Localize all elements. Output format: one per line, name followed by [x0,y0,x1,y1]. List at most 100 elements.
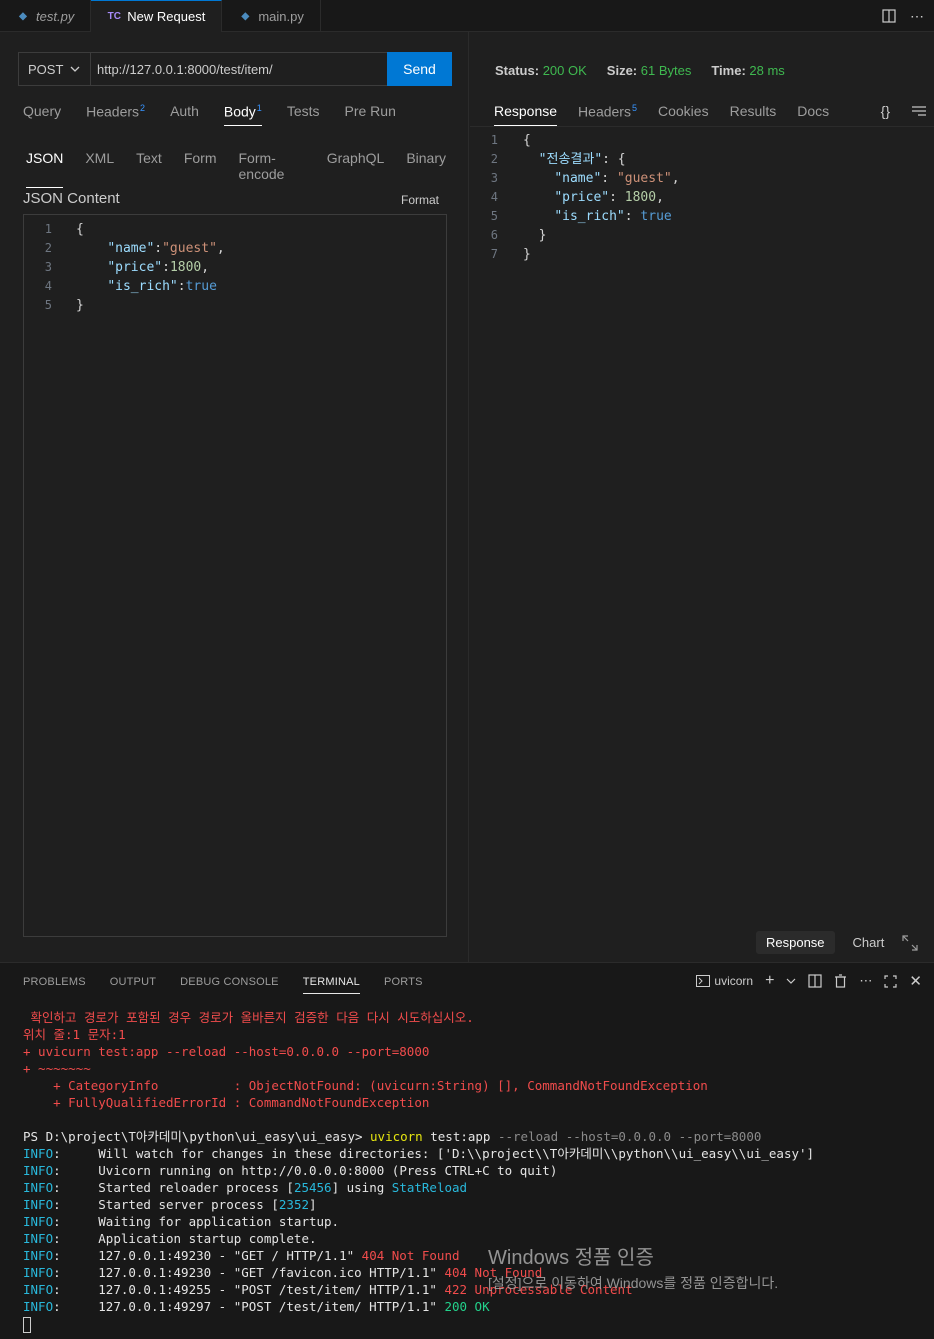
braces-icon[interactable]: {} [881,103,890,119]
line-number: 7 [490,247,498,261]
tab-main-py[interactable]: ◆ main.py [222,0,321,32]
editor-lines: 1{2 "name":"guest", 3 "price":1800, 4 "is_… [24,220,446,315]
code-token: } [523,247,531,262]
code-token: "is_rich" [107,279,178,294]
terminal-text: : Started reloader process [ [53,1180,294,1195]
view-chart-button[interactable]: Chart [853,935,885,950]
tab-headers[interactable]: Headers2 [86,103,145,120]
tab-pre-run[interactable]: Pre Run [345,103,396,120]
terminal-text: : Application startup complete. [53,1231,317,1246]
terminal-text: 확인하고 경로가 포함된 경우 경로가 올바른지 검증한 다음 다시 시도하십시… [23,1010,474,1025]
body-type-json[interactable]: JSON [26,150,64,188]
terminal-text: : Started server process [ [53,1197,279,1212]
tab-test-py[interactable]: ◆ test.py [0,0,92,32]
code-token: } [523,228,547,243]
terminal-text: INFO [23,1163,54,1178]
tab-label: New Request [127,9,206,24]
terminal-text: + uvicurn test:app --reload --host=0.0.0… [23,1044,430,1059]
terminal-line: 위치 줄:1 문자:1 [23,1026,923,1043]
terminal-text: : Waiting for application startup. [53,1214,340,1229]
maximize-panel-icon[interactable] [884,974,898,988]
terminal-line: INFO: Uvicorn running on http://0.0.0.0:… [23,1162,923,1179]
line-number: 3 [44,260,52,274]
code-token: "name" [107,241,155,256]
tab-response[interactable]: Response [494,103,558,126]
menu-lines-icon[interactable] [912,103,926,119]
terminal-text: 위치 줄:1 문자:1 [23,1027,126,1042]
method-select[interactable]: POST [18,52,91,86]
body-type-form[interactable]: Form [184,150,217,182]
status-info: Status: 200 OK [495,63,587,78]
tab-cookies[interactable]: Cookies [658,103,709,120]
terminal-cursor [23,1316,31,1333]
tab-new-request[interactable]: TC New Request [91,0,223,32]
tab-problems[interactable]: PROBLEMS [23,976,86,988]
url-input[interactable]: http://127.0.0.1:8000/test/item/ [90,52,388,86]
tab-results[interactable]: Results [730,103,777,120]
tab-label: Pre Run [344,103,396,119]
terminal-line: INFO: Will watch for changes in these di… [23,1145,923,1162]
trash-icon[interactable] [834,974,847,988]
terminal-line: INFO: 127.0.0.1:49297 - "POST /test/item… [23,1298,923,1315]
terminal-text: INFO [23,1282,54,1297]
response-body-viewer[interactable]: 1{2 "전송결과": {3 "name": "guest", 4 "price"… [470,127,934,287]
format-button[interactable]: Format [401,193,439,207]
tab-output[interactable]: OUTPUT [110,976,156,988]
body-type-xml[interactable]: XML [85,150,114,182]
close-icon[interactable]: ✕ [909,972,922,990]
view-response-button[interactable]: Response [756,931,835,954]
split-editor-icon[interactable] [882,9,896,23]
tab-label: Docs [797,103,830,119]
tab-label: Cookies [657,103,709,119]
body-type-form-encode[interactable]: Form-encode [239,150,305,182]
terminal-line: INFO: 127.0.0.1:49230 - "GET / HTTP/1.1"… [23,1247,923,1264]
json-body-editor[interactable]: 1{2 "name":"guest", 3 "price":1800, 4 "is_… [23,214,447,937]
tab-docs[interactable]: Docs [797,103,829,120]
expand-icon[interactable] [902,934,918,951]
code-line: 7} [470,245,934,264]
terminal-shell-select[interactable]: uvicorn [696,974,753,988]
tab-tests[interactable]: Tests [287,103,320,120]
editor-tab-bar: ◆ test.py TC New Request ◆ main.py ⋯ [0,0,934,32]
send-button[interactable]: Send [387,52,452,86]
code-line: 1{ [24,220,446,239]
new-terminal-icon[interactable]: + [765,972,774,990]
code-token: "전송결과" [538,152,603,167]
more-actions-icon[interactable]: ⋯ [910,8,924,25]
tab-label: Headers [86,103,140,120]
url-value: http://127.0.0.1:8000/test/item/ [97,61,273,77]
terminal-text: : 127.0.0.1:49230 - "GET /favicon.ico HT… [53,1265,445,1280]
code-token: : [609,190,625,205]
terminal-text: PS D:\project\T아카데미\python\ui_easy\ui_ea… [23,1129,371,1144]
line-number: 5 [490,209,498,223]
method-value: POST [28,61,64,77]
body-type-graphql[interactable]: GraphQL [327,150,385,182]
code-text: "is_rich": true [523,207,671,226]
line-number: 4 [44,279,52,293]
tab-ports[interactable]: PORTS [384,976,423,988]
tab-debug-console[interactable]: DEBUG CONSOLE [180,976,279,988]
request-tabs: Query Headers2 Auth Body1 Tests Pre Run [23,103,421,126]
python-file-icon: ◆ [19,10,27,22]
tab-response-headers[interactable]: Headers5 [578,103,637,120]
tab-terminal[interactable]: TERMINAL [302,976,361,994]
tab-body[interactable]: Body1 [223,103,262,126]
terminal-text: INFO [23,1180,54,1195]
tab-query[interactable]: Query [23,103,61,120]
chevron-down-icon[interactable] [786,976,796,986]
body-type-binary[interactable]: Binary [406,150,446,182]
code-line: 5} [24,296,446,315]
split-terminal-icon[interactable] [808,974,823,988]
line-number: 5 [44,298,52,312]
body-type-text[interactable]: Text [136,150,162,182]
terminal-text: : 127.0.0.1:49230 - "GET / HTTP/1.1" [53,1248,362,1263]
code-line: 3 "price":1800, [24,258,446,277]
code-token: : [177,279,186,294]
terminal-output[interactable]: 확인하고 경로가 포함된 경우 경로가 올바른지 검증한 다음 다시 시도하십시… [23,1009,923,1333]
tab-auth[interactable]: Auth [170,103,199,120]
more-actions-icon[interactable]: ⋯ [859,973,872,989]
